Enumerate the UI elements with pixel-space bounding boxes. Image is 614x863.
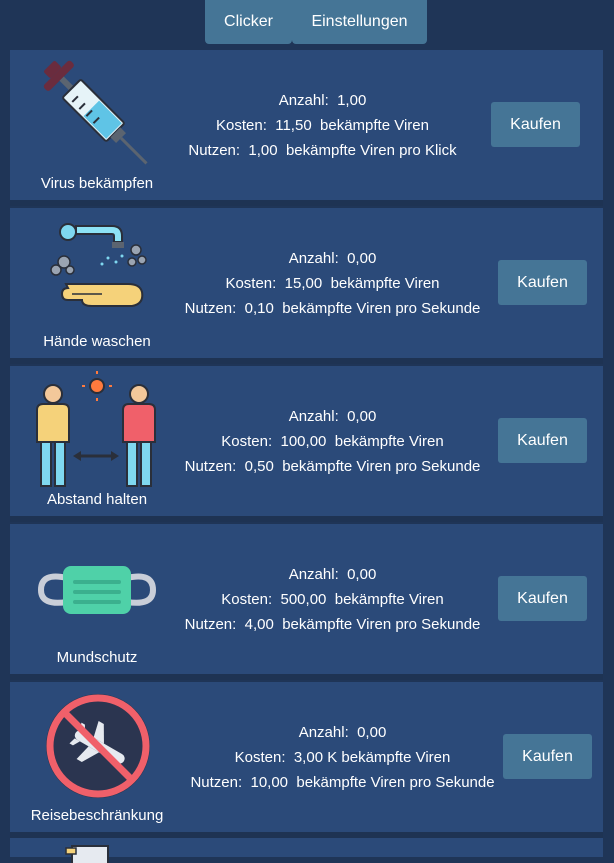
benefit-line: Nutzen: 4,00 bekämpfte Viren pro Sekunde [184,616,481,633]
count-line: Anzahl: 0,00 [298,724,387,741]
count-line: Anzahl: 0,00 [288,408,377,425]
social-distance-icon [22,370,172,490]
upgrade-card-haende-waschen: Hände waschen Anzahl: 0,00 Kosten: 15,00… [10,208,603,364]
cost-line: Kosten: 11,50 bekämpfte Viren [216,117,429,134]
upgrade-stats: Anzahl: 0,00 Kosten: 500,00 bekämpfte Vi… [160,562,505,637]
upgrade-card-mundschutz: Mundschutz Anzahl: 0,00 Kosten: 500,00 b… [10,524,603,680]
cost-line: Kosten: 100,00 bekämpfte Viren [221,433,444,450]
count-line: Anzahl: 1,00 [278,92,367,109]
upgrade-stats: Anzahl: 1,00 Kosten: 11,50 bekämpfte Vir… [150,88,495,163]
buy-button[interactable]: Kaufen [498,260,587,305]
upgrade-card-partial [10,838,603,863]
upgrade-card-abstand-halten: Abstand halten Anzahl: 0,00 Kosten: 100,… [10,366,603,522]
benefit-line: Nutzen: 10,00 bekämpfte Viren pro Sekund… [190,774,495,791]
upgrade-title: Reisebeschränkung [30,807,164,824]
upgrade-title: Hände waschen [43,333,151,350]
upgrade-stats: Anzahl: 0,00 Kosten: 15,00 bekämpfte Vir… [160,246,505,321]
buy-button[interactable]: Kaufen [498,418,587,463]
upgrade-stats: Anzahl: 0,00 Kosten: 100,00 bekämpfte Vi… [160,404,505,479]
buy-button[interactable]: Kaufen [491,102,580,147]
buy-button[interactable]: Kaufen [498,576,587,621]
upgrade-card-virus-bekaempfen: Virus bekämpfen Anzahl: 1,00 Kosten: 11,… [10,50,603,206]
count-line: Anzahl: 0,00 [288,250,377,267]
upgrade-stats: Anzahl: 0,00 Kosten: 3,00 K bekämpfte Vi… [170,720,515,795]
tab-clicker[interactable]: Clicker [205,0,292,44]
cost-line: Kosten: 500,00 bekämpfte Viren [221,591,444,608]
cost-line: Kosten: 15,00 bekämpfte Viren [225,275,440,292]
count-line: Anzahl: 0,00 [288,566,377,583]
upgrade-title: Virus bekämpfen [40,175,154,192]
no-flights-icon [22,686,172,806]
tab-bar: Clicker Einstellungen [0,0,614,44]
upgrade-title: Mundschutz [56,649,138,666]
benefit-line: Nutzen: 1,00 bekämpfte Viren pro Klick [188,142,457,159]
buy-button[interactable]: Kaufen [503,734,592,779]
upgrade-card-reisebeschraenkung: Reisebeschränkung Anzahl: 0,00 Kosten: 3… [10,682,603,838]
face-mask-icon [22,528,172,648]
hand-washing-icon [22,212,172,332]
upgrade-title: Abstand halten [46,491,148,508]
tab-settings[interactable]: Einstellungen [292,0,427,44]
cost-line: Kosten: 3,00 K bekämpfte Viren [234,749,451,766]
benefit-line: Nutzen: 0,10 bekämpfte Viren pro Sekunde [184,300,481,317]
benefit-line: Nutzen: 0,50 bekämpfte Viren pro Sekunde [184,458,481,475]
document-icon [65,845,109,863]
